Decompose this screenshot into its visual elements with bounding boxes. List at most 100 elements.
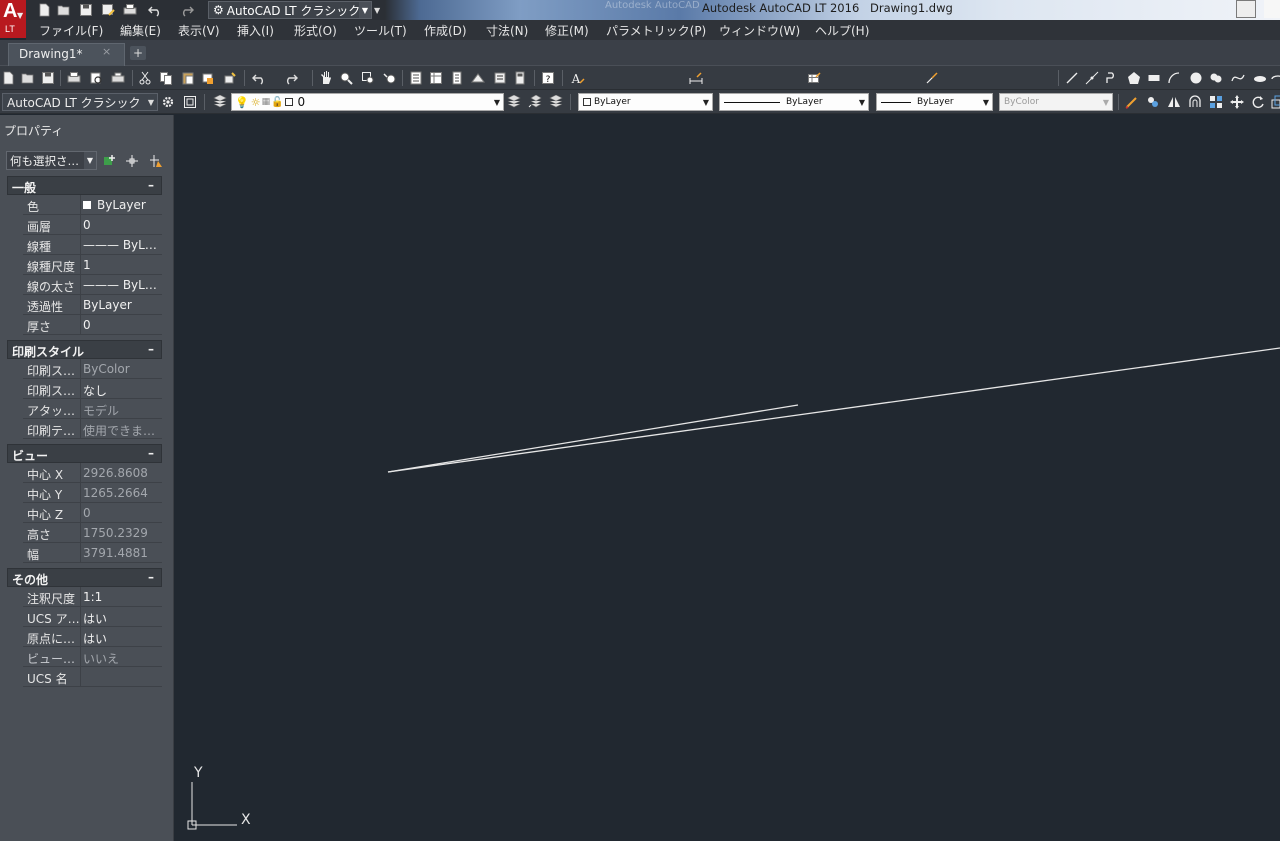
property-row-height[interactable]: 高さ 1750.2329 bbox=[23, 523, 162, 543]
window-control-button-2[interactable] bbox=[1264, 0, 1280, 18]
copy-object-icon[interactable] bbox=[1145, 94, 1161, 110]
property-row-center-y[interactable]: 中心 Y 1265.2664 bbox=[23, 483, 162, 503]
dimension-style-icon[interactable] bbox=[688, 70, 704, 86]
erase-icon[interactable] bbox=[1124, 94, 1140, 110]
property-row-lineweight[interactable]: 線の太さ ——— ByL… bbox=[23, 275, 162, 295]
sheet-set-icon[interactable] bbox=[470, 70, 486, 86]
drawn-line-long[interactable] bbox=[387, 347, 1280, 473]
menu-tools[interactable]: ツール(T) bbox=[354, 22, 407, 39]
open-folder-icon[interactable] bbox=[56, 2, 72, 18]
markup-icon[interactable] bbox=[492, 70, 508, 86]
toggle-pickadd-icon[interactable] bbox=[102, 153, 118, 169]
make-current-layer-icon[interactable] bbox=[506, 94, 522, 110]
property-row-thickness[interactable]: 厚さ 0 bbox=[23, 315, 162, 335]
property-row-center-z[interactable]: 中心 Z 0 bbox=[23, 503, 162, 523]
menu-window[interactable]: ウィンドウ(W) bbox=[719, 22, 800, 39]
save-as-icon[interactable] bbox=[100, 2, 116, 18]
property-row-ucs-name[interactable]: UCS 名 bbox=[23, 667, 162, 687]
menu-insert[interactable]: 挿入(I) bbox=[237, 22, 274, 39]
property-row-layer[interactable]: 画層 0 bbox=[23, 215, 162, 235]
menu-file[interactable]: ファイル(F) bbox=[39, 22, 103, 39]
polygon-icon[interactable] bbox=[1126, 70, 1142, 86]
quick-access-customize-icon[interactable]: ▼ bbox=[374, 2, 384, 18]
save-icon-2[interactable] bbox=[40, 70, 56, 86]
text-style-icon[interactable]: A bbox=[570, 70, 586, 86]
scale-icon[interactable] bbox=[1270, 94, 1280, 110]
print-icon[interactable] bbox=[122, 2, 138, 18]
undo-icon-2[interactable] bbox=[248, 70, 270, 86]
property-row-width[interactable]: 幅 3791.4881 bbox=[23, 543, 162, 563]
new-icon[interactable] bbox=[0, 70, 16, 86]
plot-preview-icon[interactable] bbox=[88, 70, 104, 86]
pan-icon[interactable] bbox=[318, 70, 334, 86]
window-control-button[interactable] bbox=[1236, 0, 1256, 18]
line-icon[interactable] bbox=[1064, 70, 1080, 86]
revision-cloud-icon[interactable] bbox=[1208, 70, 1224, 86]
section-general[interactable]: 一般 – bbox=[7, 176, 162, 195]
menu-edit[interactable]: 編集(E) bbox=[120, 22, 161, 39]
cut-icon[interactable] bbox=[137, 70, 153, 86]
plot-icon[interactable] bbox=[66, 70, 82, 86]
menu-draw[interactable]: 作成(D) bbox=[424, 22, 467, 39]
model-space-drawing[interactable]: Y X bbox=[175, 115, 1280, 841]
property-row-ucs-icon-on[interactable]: UCS ア… はい bbox=[23, 607, 162, 627]
property-row-color[interactable]: 色 ByLayer bbox=[23, 195, 162, 215]
section-plot-style[interactable]: 印刷スタイル – bbox=[7, 340, 162, 359]
ellipse-arc-icon[interactable] bbox=[1270, 70, 1280, 86]
match-properties-icon[interactable] bbox=[200, 70, 216, 86]
layer-state-icon[interactable] bbox=[548, 94, 564, 110]
lineweight-control-select[interactable]: ByLayer ▼ bbox=[876, 93, 993, 111]
plotstyle-control-select[interactable]: ByColor ▼ bbox=[999, 93, 1113, 111]
layer-select[interactable]: 💡 ☼ ▦ 🔓 0 ▼ bbox=[231, 93, 504, 111]
zoom-previous-icon[interactable] bbox=[382, 70, 398, 86]
property-row-transparency[interactable]: 透過性 ByLayer bbox=[23, 295, 162, 315]
ellipse-icon[interactable] bbox=[1252, 70, 1268, 86]
offset-icon[interactable] bbox=[1187, 94, 1203, 110]
table-style-icon[interactable] bbox=[806, 70, 822, 86]
array-icon[interactable] bbox=[1208, 94, 1224, 110]
zoom-realtime-icon[interactable] bbox=[338, 70, 354, 86]
new-tab-button[interactable]: + bbox=[130, 46, 146, 60]
layer-previous-icon[interactable] bbox=[527, 94, 543, 110]
collapse-minus-icon[interactable]: – bbox=[148, 446, 154, 460]
new-file-icon[interactable] bbox=[36, 2, 52, 18]
select-objects-icon[interactable] bbox=[124, 153, 140, 169]
property-row-plot-table-type[interactable]: 印刷テ… 使用できま… bbox=[23, 419, 162, 439]
menu-format[interactable]: 形式(O) bbox=[294, 22, 337, 39]
multileader-style-icon[interactable] bbox=[924, 70, 940, 86]
drawing-canvas[interactable]: Y X bbox=[175, 115, 1280, 841]
property-row-plot-style[interactable]: 印刷ス… ByColor bbox=[23, 359, 162, 379]
help-icon[interactable]: ? bbox=[540, 70, 556, 86]
calculator-icon[interactable] bbox=[512, 70, 528, 86]
redo-icon-2[interactable] bbox=[280, 70, 302, 86]
polyline-icon[interactable] bbox=[1104, 70, 1120, 86]
undo-icon[interactable] bbox=[144, 2, 166, 18]
collapse-minus-icon[interactable]: – bbox=[148, 570, 154, 584]
menu-modify[interactable]: 修正(M) bbox=[545, 22, 589, 39]
property-row-linetype-scale[interactable]: 線種尺度 1 bbox=[23, 255, 162, 275]
save-icon[interactable] bbox=[78, 2, 94, 18]
paste-icon[interactable] bbox=[180, 70, 196, 86]
move-icon[interactable] bbox=[1229, 94, 1245, 110]
publish-icon[interactable] bbox=[110, 70, 126, 86]
rotate-icon[interactable] bbox=[1250, 94, 1266, 110]
property-row-center-x[interactable]: 中心 X 2926.8608 bbox=[23, 463, 162, 483]
property-row-ucs-at-origin[interactable]: 原点に… はい bbox=[23, 627, 162, 647]
workspace-settings-gear-icon[interactable] bbox=[160, 94, 176, 110]
application-menu-button[interactable]: A ▼ LT bbox=[0, 0, 26, 38]
block-editor-icon[interactable] bbox=[222, 70, 238, 86]
property-row-annotation-scale[interactable]: 注釈尺度 1:1 bbox=[23, 587, 162, 607]
menu-parametric[interactable]: パラメトリック(P) bbox=[606, 22, 706, 39]
menu-help[interactable]: ヘルプ(H) bbox=[815, 22, 869, 39]
open-icon[interactable] bbox=[20, 70, 36, 86]
circle-icon[interactable] bbox=[1188, 70, 1204, 86]
zoom-window-icon[interactable] bbox=[360, 70, 376, 86]
construction-line-icon[interactable] bbox=[1084, 70, 1100, 86]
drawn-line-short[interactable] bbox=[387, 404, 799, 473]
design-center-icon[interactable] bbox=[428, 70, 444, 86]
close-icon[interactable]: × bbox=[102, 45, 111, 58]
property-row-attached-to[interactable]: アタッ… モデル bbox=[23, 399, 162, 419]
selection-select[interactable]: 何も選択さ… ▼ bbox=[6, 151, 97, 170]
layer-properties-icon[interactable] bbox=[212, 94, 228, 110]
tool-palettes-icon[interactable] bbox=[449, 70, 465, 86]
